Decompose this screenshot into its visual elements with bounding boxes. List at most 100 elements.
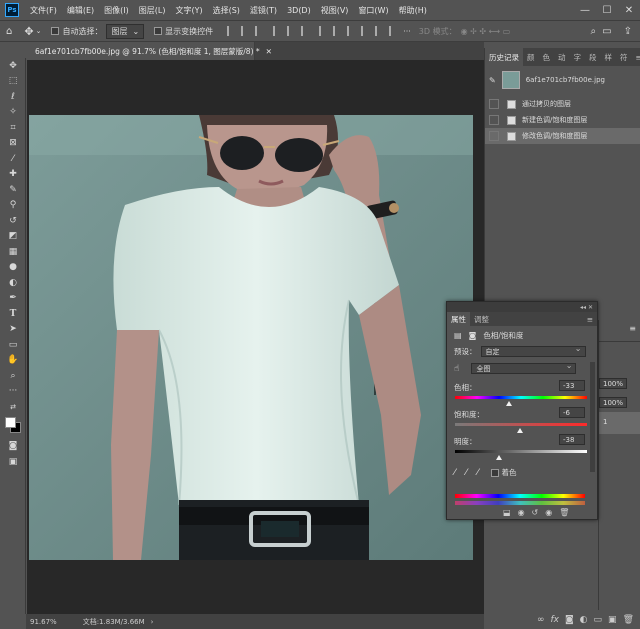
menu-filter[interactable]: 滤镜(T) [245,5,282,16]
reset-icon[interactable]: ↺ [532,508,539,517]
preset-dropdown[interactable]: 自定 [480,344,586,357]
tab-glyphs[interactable]: 符 [616,52,632,63]
zoom-level[interactable]: 91.67% [30,618,57,626]
view-previous-icon[interactable]: ◉ [518,508,525,517]
align-bottom-icon[interactable] [301,26,311,36]
chevron-down-icon[interactable]: ⌄ [36,27,42,35]
lightness-slider-track[interactable] [455,450,587,453]
crop-tool-icon[interactable]: ⌗ [0,120,26,136]
history-brush-checkbox[interactable] [489,115,499,125]
colorize-checkbox[interactable] [490,468,499,477]
pen-tool-icon[interactable]: ✒ [0,291,26,307]
gradient-icon[interactable]: ▦ [0,244,26,260]
lightness-slider-thumb[interactable] [495,455,502,460]
distribute-icon[interactable] [375,26,385,36]
saturation-value[interactable]: -6 [559,407,585,418]
menu-view[interactable]: 视图(V) [316,5,354,16]
tab-properties[interactable]: 属性 [447,312,470,326]
panel-menu-icon[interactable]: ≡ [583,315,597,324]
tab-adjustments[interactable]: 调整 [470,314,493,325]
tab-history[interactable]: 历史记录 [485,48,523,66]
minimize-button[interactable]: — [574,0,596,20]
magic-wand-icon[interactable]: ✧ [0,105,26,121]
properties-scrollbar[interactable] [590,362,595,472]
clip-to-layer-icon[interactable]: ⬓ [503,508,511,517]
screen-mode-icon[interactable]: ▣ [0,454,26,470]
layer-row-selected[interactable]: 1 [599,412,640,434]
lasso-tool-icon[interactable]: ℓ [0,89,26,105]
align-top-icon[interactable] [273,26,283,36]
mask-icon[interactable]: ◙ [565,615,574,625]
history-brush-source-icon[interactable]: ✎ [489,76,496,85]
distribute-icon[interactable] [361,26,371,36]
eyedropper-minus-icon[interactable]: ⁄ [477,468,479,478]
frame-tool-icon[interactable]: ⊠ [0,136,26,152]
zoom-tool-icon[interactable]: ⌕ [0,368,26,384]
fill-field[interactable]: 100% [599,397,627,408]
eyedropper-plus-icon[interactable]: ⁄ [466,468,468,478]
history-step-selected[interactable]: 修改色调/饱和度图层 [485,128,640,144]
history-brush-checkbox[interactable] [489,131,499,141]
healing-brush-icon[interactable]: ✚ [0,167,26,183]
foreground-color[interactable] [5,416,16,428]
menu-window[interactable]: 窗口(W) [353,5,393,16]
document-tab[interactable]: 6af1e701cb7fb00e.jpg @ 91.7% (色相/饱和度 1, … [30,42,272,60]
close-tab-icon[interactable]: ✕ [266,47,272,56]
close-button[interactable]: ✕ [618,0,640,20]
more-icon[interactable]: ··· [403,27,411,36]
marquee-tool-icon[interactable]: ⬚ [0,74,26,90]
new-layer-icon[interactable]: ▣ [608,615,617,625]
distribute-icon[interactable] [347,26,357,36]
history-brush-checkbox[interactable] [489,99,499,109]
hue-slider-track[interactable] [455,396,587,399]
eyedropper-icon[interactable]: ⁄ [454,468,456,478]
folder-icon[interactable]: ▭ [594,615,603,625]
path-select-icon[interactable]: ➤ [0,322,26,338]
canvas-image[interactable] [29,115,473,560]
tab-swatches[interactable]: 色 [539,52,555,63]
clone-stamp-icon[interactable]: ⚲ [0,198,26,214]
search-icon[interactable]: ⌕ [591,26,597,37]
hue-slider-thumb[interactable] [506,401,513,406]
eyedropper-icon[interactable]: ⁄ [0,151,26,167]
share-icon[interactable]: ⇪ [624,26,632,37]
align-left-icon[interactable] [227,26,237,36]
lightness-value[interactable]: -38 [559,434,585,445]
quick-mask-icon[interactable]: ◙ [0,439,26,455]
eraser-icon[interactable]: ◩ [0,229,26,245]
history-step[interactable]: 新建色调/饱和度图层 [485,112,640,128]
move-tool-icon[interactable]: ✥ [0,58,26,74]
menu-edit[interactable]: 编辑(E) [62,5,99,16]
layers-scrollbar-icon[interactable]: ≡ [629,324,636,333]
adjustment-layer-icon[interactable]: ▤ [454,331,462,340]
swap-colors-icon[interactable]: ⇄ [0,399,26,415]
maximize-button[interactable]: ☐ [596,0,618,20]
channel-dropdown[interactable]: 全图 [471,361,577,374]
history-brush-icon[interactable]: ↺ [0,213,26,229]
align-center-icon[interactable] [241,26,251,36]
opacity-field[interactable]: 100% [599,378,627,389]
distribute-icon[interactable] [389,26,399,36]
visibility-icon[interactable]: ◉ [545,508,552,517]
menu-select[interactable]: 选择(S) [208,5,245,16]
align-right-icon[interactable] [255,26,265,36]
rectangle-tool-icon[interactable]: ▭ [0,337,26,353]
tab-paragraph[interactable]: 段 [585,52,601,63]
menu-file[interactable]: 文件(F) [25,5,62,16]
history-step[interactable]: 通过拷贝的图层 [485,96,640,112]
link-icon[interactable]: ∞ [537,615,545,625]
saturation-slider-thumb[interactable] [516,428,523,433]
mask-icon[interactable]: ◙ [469,331,477,340]
history-snapshot[interactable]: ✎ 6af1e701cb7fb00e.jpg [485,66,640,94]
tab-styles[interactable]: 样 [601,52,617,63]
menu-image[interactable]: 图像(I) [99,5,134,16]
menu-3d[interactable]: 3D(D) [282,6,316,15]
more-tools-icon[interactable]: ··· [0,384,26,400]
on-image-adjust-icon[interactable]: ☝ [454,364,459,374]
workspace-icon[interactable]: ▭ [602,26,611,37]
delete-icon[interactable]: 🗑 [623,615,634,625]
hue-value[interactable]: -33 [559,380,585,391]
tab-color[interactable]: 颜 [523,52,539,63]
status-arrow-icon[interactable]: › [151,618,154,626]
hand-tool-icon[interactable]: ✋ [0,353,26,369]
